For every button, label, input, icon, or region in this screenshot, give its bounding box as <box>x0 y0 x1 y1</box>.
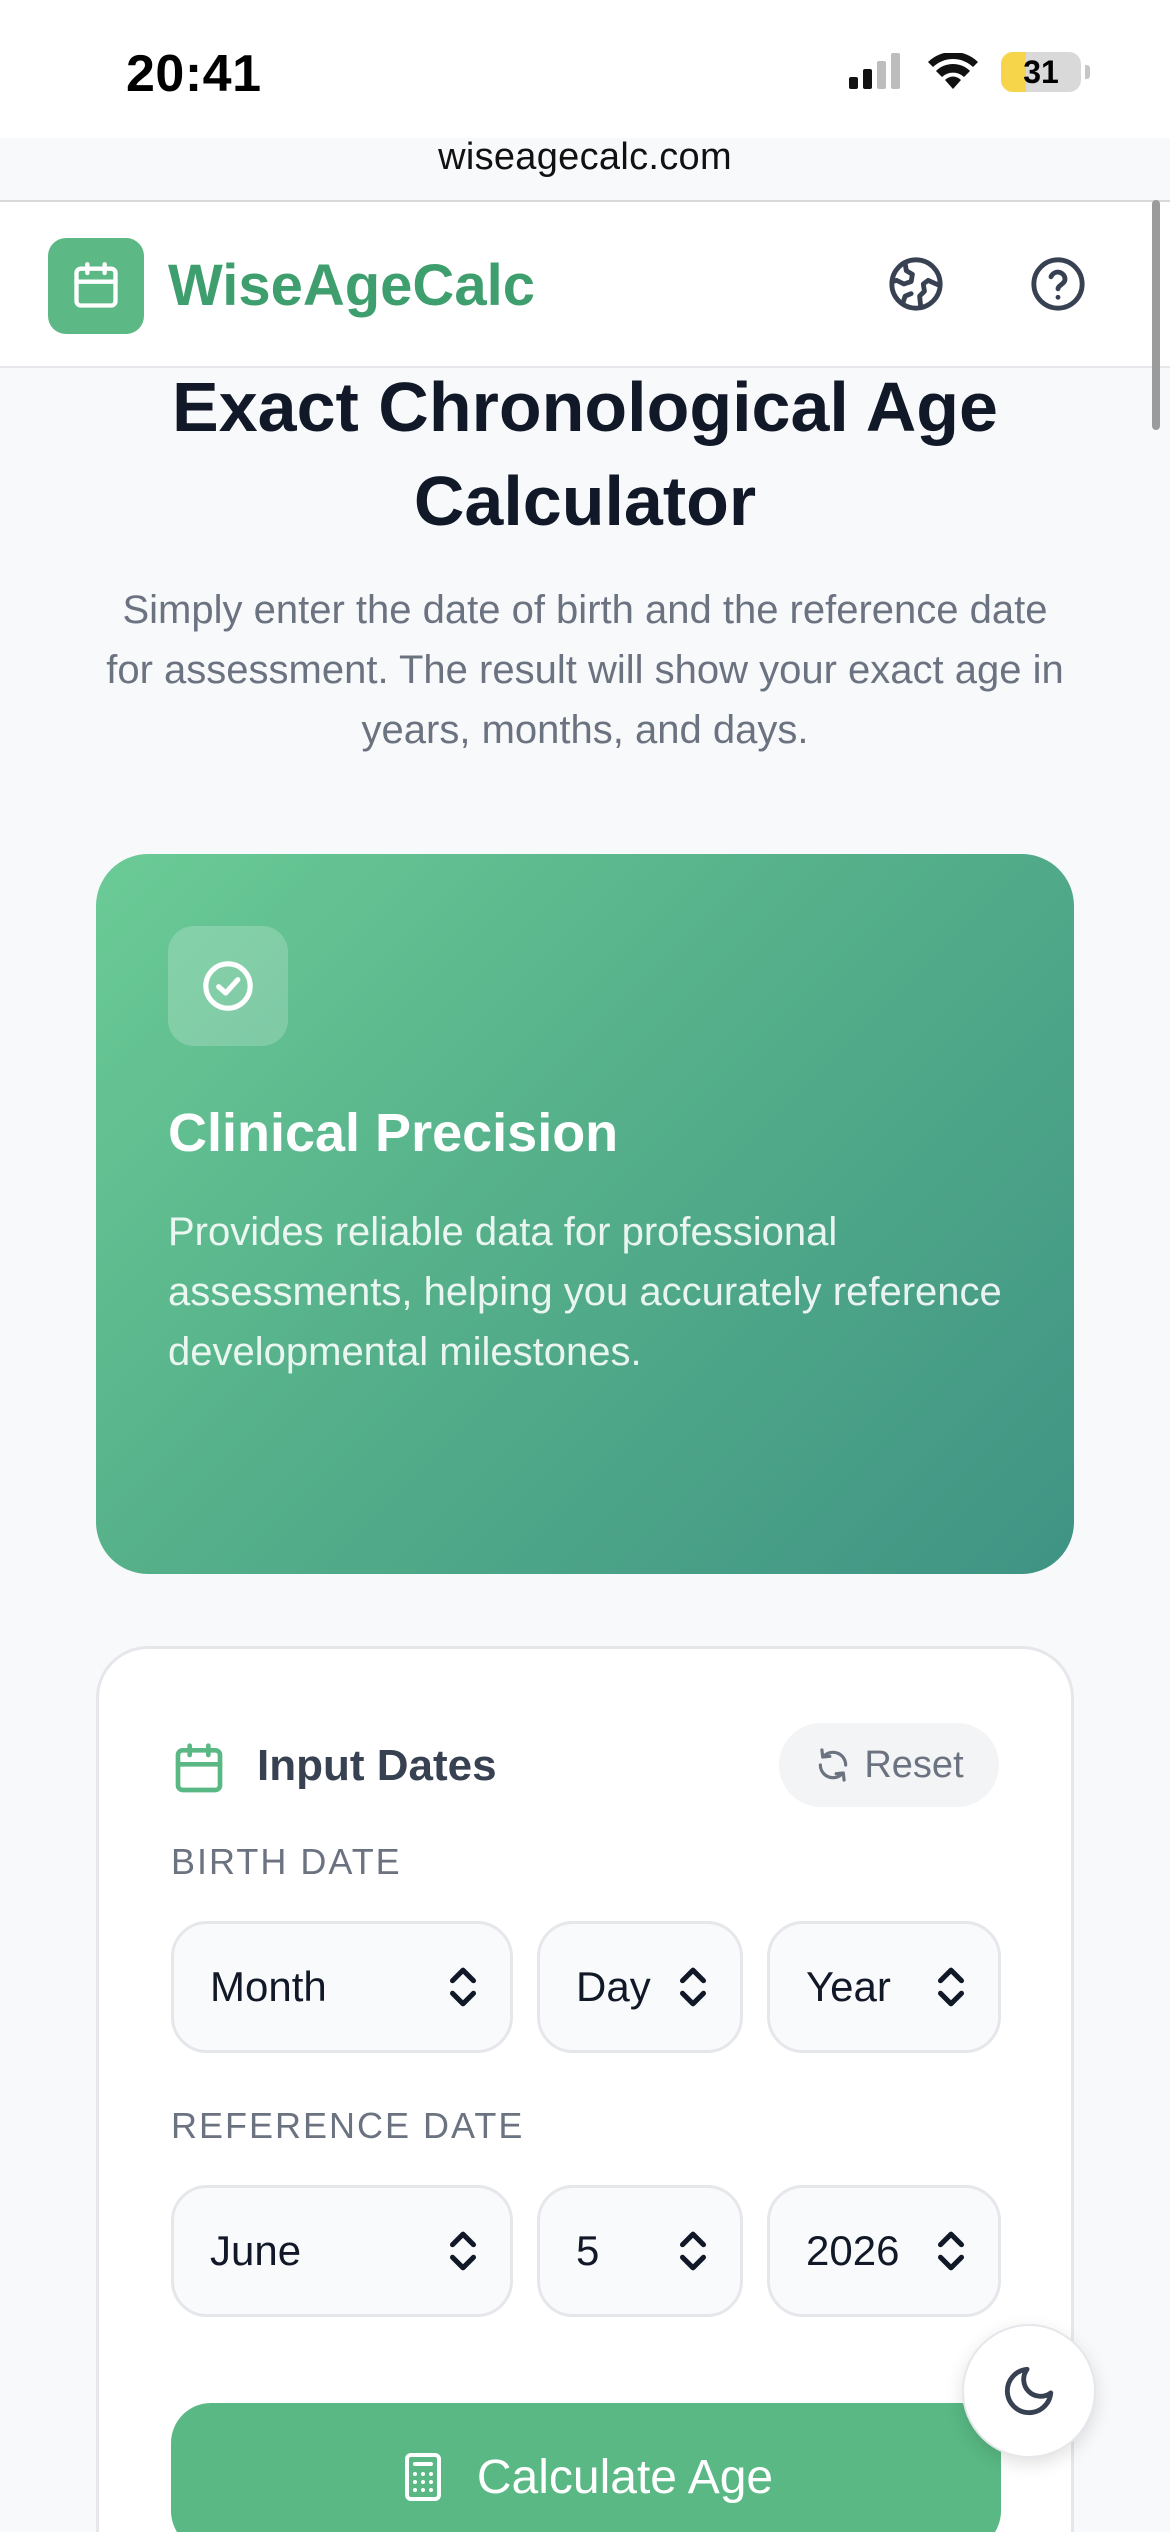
calculate-age-button[interactable]: Calculate Age <box>171 2403 1001 2532</box>
reference-year-value: 2026 <box>806 2227 900 2274</box>
feature-icon-tile <box>168 926 288 1046</box>
birth-year-value: Year <box>806 1963 891 2010</box>
moon-icon <box>1005 2366 1054 2415</box>
reference-day-value: 5 <box>576 2227 600 2274</box>
status-bar: 20:41 31 wiseagecalc.com <box>0 0 1170 178</box>
chevron-up-down-icon <box>449 1967 477 2007</box>
reset-button[interactable]: Reset <box>779 1723 999 1807</box>
birth-month-select[interactable]: Month <box>171 1921 513 2053</box>
brand-name[interactable]: WiseAgeCalc <box>168 252 535 319</box>
help-circle-icon <box>1031 257 1085 311</box>
feature-title: Clinical Precision <box>168 1103 619 1163</box>
chevron-up-down-icon <box>679 1967 707 2007</box>
theme-toggle-button[interactable] <box>962 2324 1096 2458</box>
battery-percent: 31 <box>1023 53 1059 90</box>
help-button[interactable] <box>1026 252 1090 316</box>
page-subtitle: Simply enter the date of birth and the r… <box>106 588 1064 752</box>
scrollbar-thumb[interactable] <box>1152 200 1160 430</box>
app-header: WiseAgeCalc <box>0 202 1170 368</box>
reference-year-select[interactable]: 2026 <box>767 2185 1001 2317</box>
calendar-icon <box>175 1743 223 1793</box>
reference-month-value: June <box>210 2227 302 2274</box>
page-title: Exact Chronological Age Calculator <box>172 368 998 540</box>
wifi-icon <box>928 53 978 89</box>
chevron-up-down-icon <box>937 2231 965 2271</box>
reference-date-label: REFERENCE DATE <box>171 2105 525 2146</box>
birth-year-select[interactable]: Year <box>767 1921 1001 2053</box>
globe-icon <box>889 257 943 311</box>
birth-date-label: BIRTH DATE <box>171 1841 402 1882</box>
language-button[interactable] <box>884 252 948 316</box>
chevron-up-down-icon <box>937 1967 965 2007</box>
status-time: 20:41 <box>126 45 262 103</box>
input-dates-card: Input Dates Reset BIRTH DATE Month Day Y… <box>96 1646 1074 2532</box>
page: 20:41 31 wiseagecalc.com WiseAgeCalc Exa… <box>0 0 1170 2532</box>
check-circle-icon <box>203 961 253 1011</box>
feature-description: Provides reliable data for professional … <box>168 1210 1002 1374</box>
reference-month-select[interactable]: June <box>171 2185 513 2317</box>
chevron-up-down-icon <box>449 2231 477 2271</box>
address-bar-url[interactable]: wiseagecalc.com <box>0 136 1170 179</box>
calculate-age-label: Calculate Age <box>476 2450 774 2504</box>
reset-label: Reset <box>864 1743 964 1786</box>
birth-day-value: Day <box>576 1963 651 2010</box>
battery-indicator: 31 <box>1001 52 1081 92</box>
battery-cap <box>1085 65 1090 79</box>
input-dates-title: Input Dates <box>257 1741 497 1790</box>
calculator-icon <box>404 2453 441 2501</box>
chevron-up-down-icon <box>679 2231 707 2271</box>
calendar-icon <box>74 262 118 308</box>
birth-month-value: Month <box>210 1963 327 2010</box>
logo[interactable] <box>48 238 144 334</box>
reference-day-select[interactable]: 5 <box>537 2185 743 2317</box>
feature-card: Clinical Precision Provides reliable dat… <box>96 854 1074 1574</box>
refresh-icon <box>819 1748 848 1782</box>
cellular-signal-icon <box>849 53 900 89</box>
status-icons: 31 <box>847 52 1090 92</box>
birth-day-select[interactable]: Day <box>537 1921 743 2053</box>
